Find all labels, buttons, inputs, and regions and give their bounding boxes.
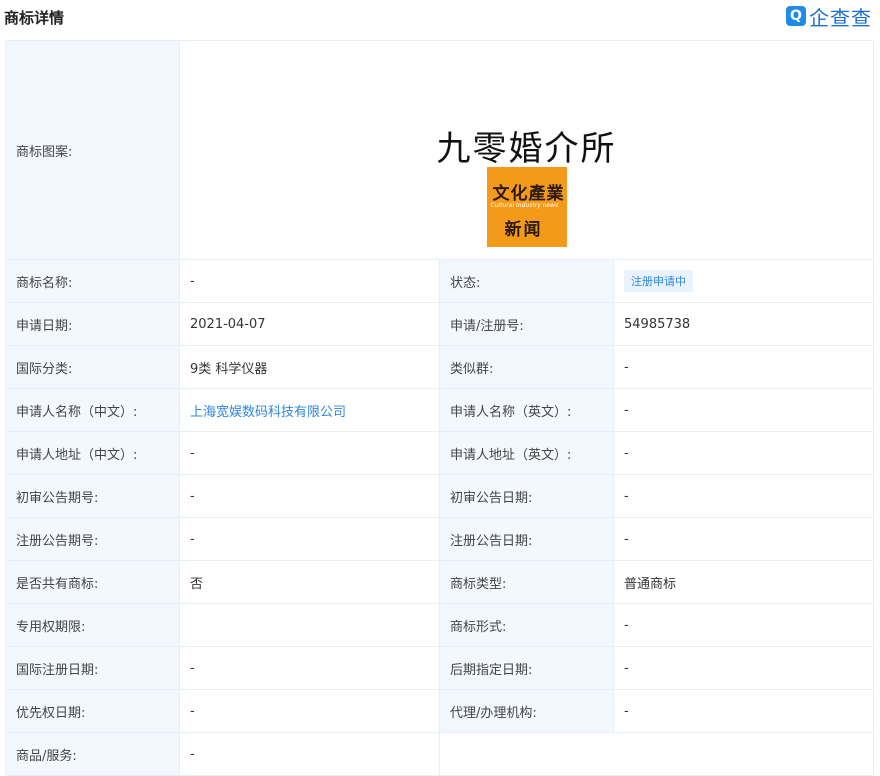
field-value: - xyxy=(179,431,440,475)
field-label: 申请人名称（英文）: xyxy=(439,388,614,432)
field-value: - xyxy=(179,259,440,303)
field-value: - xyxy=(613,431,874,475)
field-label: 后期指定日期: xyxy=(439,646,614,690)
field-value: - xyxy=(613,345,874,389)
field-value: 54985738 xyxy=(613,302,874,346)
culture-news-stamp-image: 文化產業 Cultural Industry news 新闻 xyxy=(486,167,567,247)
trademark-detail-table: 商标图案: 九零婚介所 文化產業 Cultural Industry news … xyxy=(5,40,874,776)
mark-image-cell: 九零婚介所 文化產業 Cultural Industry news 新闻 xyxy=(179,40,874,260)
field-value: - xyxy=(613,517,874,561)
field-value: - xyxy=(613,646,874,690)
field-value: - xyxy=(179,732,440,776)
field-label: 优先权日期: xyxy=(5,689,180,733)
stamp-line1: 文化產業 xyxy=(492,184,565,204)
field-value: - xyxy=(179,689,440,733)
field-label: 注册公告日期: xyxy=(439,517,614,561)
table-row: 是否共有商标: 否 商标类型: 普通商标 xyxy=(5,560,874,604)
field-label: 初审公告期号: xyxy=(5,474,180,518)
field-value: - xyxy=(613,474,874,518)
table-row: 专用权期限: 商标形式: - xyxy=(5,603,874,647)
qichacha-logo-icon: Q xyxy=(786,6,806,26)
table-row: 优先权日期: - 代理/办理机构: - xyxy=(5,689,874,733)
table-row: 国际分类: 9类 科学仪器 类似群: - xyxy=(5,345,874,389)
field-value: 2021-04-07 xyxy=(179,302,440,346)
field-label: 国际注册日期: xyxy=(5,646,180,690)
table-row: 商标名称: - 状态: 注册申请中 xyxy=(5,259,874,303)
field-label: 专用权期限: xyxy=(5,603,180,647)
page-header: 商标详情 Q 企查查 xyxy=(0,0,880,36)
field-label: 国际分类: xyxy=(5,345,180,389)
field-value: - xyxy=(613,689,874,733)
table-row: 申请日期: 2021-04-07 申请/注册号: 54985738 xyxy=(5,302,874,346)
applicant-link[interactable]: 上海宽娱数码科技有限公司 xyxy=(190,405,346,420)
field-value: - xyxy=(179,646,440,690)
field-value: 否 xyxy=(179,560,440,604)
brand-name: 企查查 xyxy=(809,5,872,30)
field-label: 注册公告期号: xyxy=(5,517,180,561)
field-label: 商品/服务: xyxy=(5,732,180,776)
status-cell: 注册申请中 xyxy=(613,259,874,303)
field-label: 申请/注册号: xyxy=(439,302,614,346)
table-row: 注册公告期号: - 注册公告日期: - xyxy=(5,517,874,561)
table-row: 商品/服务: - xyxy=(5,732,874,776)
applicant-cell: 上海宽娱数码科技有限公司 xyxy=(179,388,440,432)
table-row: 初审公告期号: - 初审公告日期: - xyxy=(5,474,874,518)
field-label: 申请人地址（英文）: xyxy=(439,431,614,475)
field-label: 状态: xyxy=(439,259,614,303)
field-label: 初审公告日期: xyxy=(439,474,614,518)
field-value: - xyxy=(613,388,874,432)
field-label: 类似群: xyxy=(439,345,614,389)
field-value: - xyxy=(179,474,440,518)
page-title: 商标详情 xyxy=(4,9,65,27)
field-label: 申请人名称（中文）: xyxy=(5,388,180,432)
table-row-image: 商标图案: 九零婚介所 文化產業 Cultural Industry news … xyxy=(5,40,874,260)
empty-cell xyxy=(439,732,874,776)
field-value: - xyxy=(613,603,874,647)
field-label: 是否共有商标: xyxy=(5,560,180,604)
table-row: 国际注册日期: - 后期指定日期: - xyxy=(5,646,874,690)
mark-image-label: 商标图案: xyxy=(5,40,180,260)
field-label: 商标形式: xyxy=(439,603,614,647)
field-label: 申请日期: xyxy=(5,302,180,346)
stamp-line2: Cultural Industry news xyxy=(490,202,559,209)
table-row: 申请人地址（中文）: - 申请人地址（英文）: - xyxy=(5,431,874,475)
brand-logo[interactable]: Q 企查查 xyxy=(786,3,872,30)
field-value: 普通商标 xyxy=(613,560,874,604)
field-label: 代理/办理机构: xyxy=(439,689,614,733)
field-value: - xyxy=(179,517,440,561)
field-label: 商标类型: xyxy=(439,560,614,604)
field-label: 申请人地址（中文）: xyxy=(5,431,180,475)
table-row: 申请人名称（中文）: 上海宽娱数码科技有限公司 申请人名称（英文）: - xyxy=(5,388,874,432)
mark-text: 九零婚介所 xyxy=(436,129,617,169)
stamp-line3: 新闻 xyxy=(504,220,543,240)
field-value xyxy=(179,603,440,647)
field-label: 商标名称: xyxy=(5,259,180,303)
status-badge: 注册申请中 xyxy=(624,270,693,292)
field-value: 9类 科学仪器 xyxy=(179,345,440,389)
